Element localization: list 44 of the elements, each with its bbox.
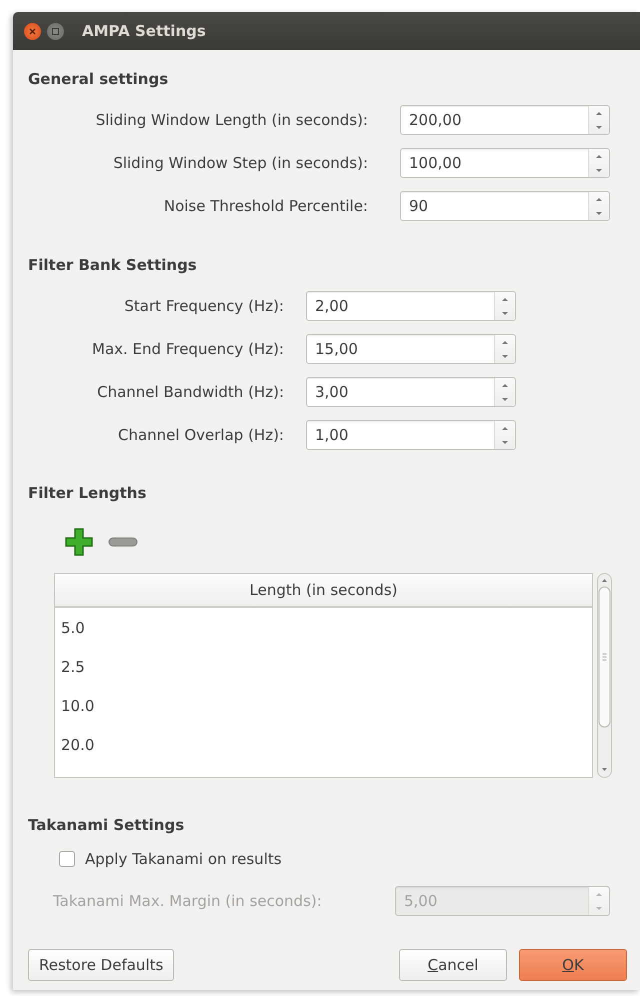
spin-box[interactable]: 15,00 (306, 334, 516, 364)
field-label: Takanami Max. Margin (in seconds): (53, 892, 323, 910)
number-input[interactable]: 100,00 (401, 149, 588, 177)
spin-box[interactable]: 3,00 (306, 377, 516, 407)
section-heading: Takanami Settings (28, 816, 186, 834)
field-label: Start Frequency (Hz): (123, 297, 284, 315)
table-row[interactable]: 2.5 (55, 647, 592, 686)
spin-box[interactable]: 90 (400, 191, 610, 221)
number-input[interactable]: 90 (401, 192, 588, 220)
close-button[interactable] (24, 22, 41, 40)
spin-box[interactable]: 200,00 (400, 105, 610, 135)
field-label: Noise Threshold Percentile: (162, 197, 368, 215)
add-button[interactable] (64, 527, 94, 557)
minimize-icon (52, 28, 59, 34)
number-input[interactable]: 200,00 (401, 106, 588, 134)
spin-box[interactable]: 100,00 (400, 148, 610, 178)
field-label: Max. End Frequency (Hz): (91, 340, 284, 358)
checkbox-label[interactable]: Apply Takanami on results (85, 850, 282, 868)
section-heading: Filter Bank Settings (28, 256, 198, 274)
number-input[interactable]: 3,00 (307, 378, 494, 406)
field-label: Channel Bandwidth (Hz): (96, 383, 284, 401)
section-heading: General settings (28, 70, 170, 88)
column-header[interactable]: Length (in seconds) (55, 574, 592, 608)
spin-box[interactable]: 2,00 (306, 291, 516, 321)
dialog-button[interactable]: OK (519, 949, 627, 981)
field-label: Sliding Window Step (in seconds): (112, 154, 368, 172)
scrollbar[interactable] (597, 573, 612, 778)
checkbox[interactable] (59, 851, 75, 867)
spin-box[interactable]: 1,00 (306, 420, 516, 450)
window-title: AMPA Settings (82, 22, 206, 40)
table-row[interactable]: 10.0 (55, 686, 592, 725)
number-input[interactable]: 1,00 (307, 421, 494, 449)
field-label: Sliding Window Length (in seconds): (94, 111, 368, 129)
number-input[interactable]: 2,00 (307, 292, 494, 320)
dialog-button[interactable]: Cancel (399, 949, 507, 981)
close-icon (29, 28, 36, 34)
section-heading: Filter Lengths (28, 484, 148, 502)
table-row[interactable]: 5.0 (55, 608, 592, 647)
dialog-button[interactable]: Restore Defaults (28, 949, 174, 981)
number-input[interactable]: 15,00 (307, 335, 494, 363)
table-row[interactable]: 20.0 (55, 725, 592, 764)
minimize-button[interactable] (47, 22, 64, 40)
field-label: Channel Overlap (Hz): (117, 426, 284, 444)
plus-icon (64, 527, 94, 557)
